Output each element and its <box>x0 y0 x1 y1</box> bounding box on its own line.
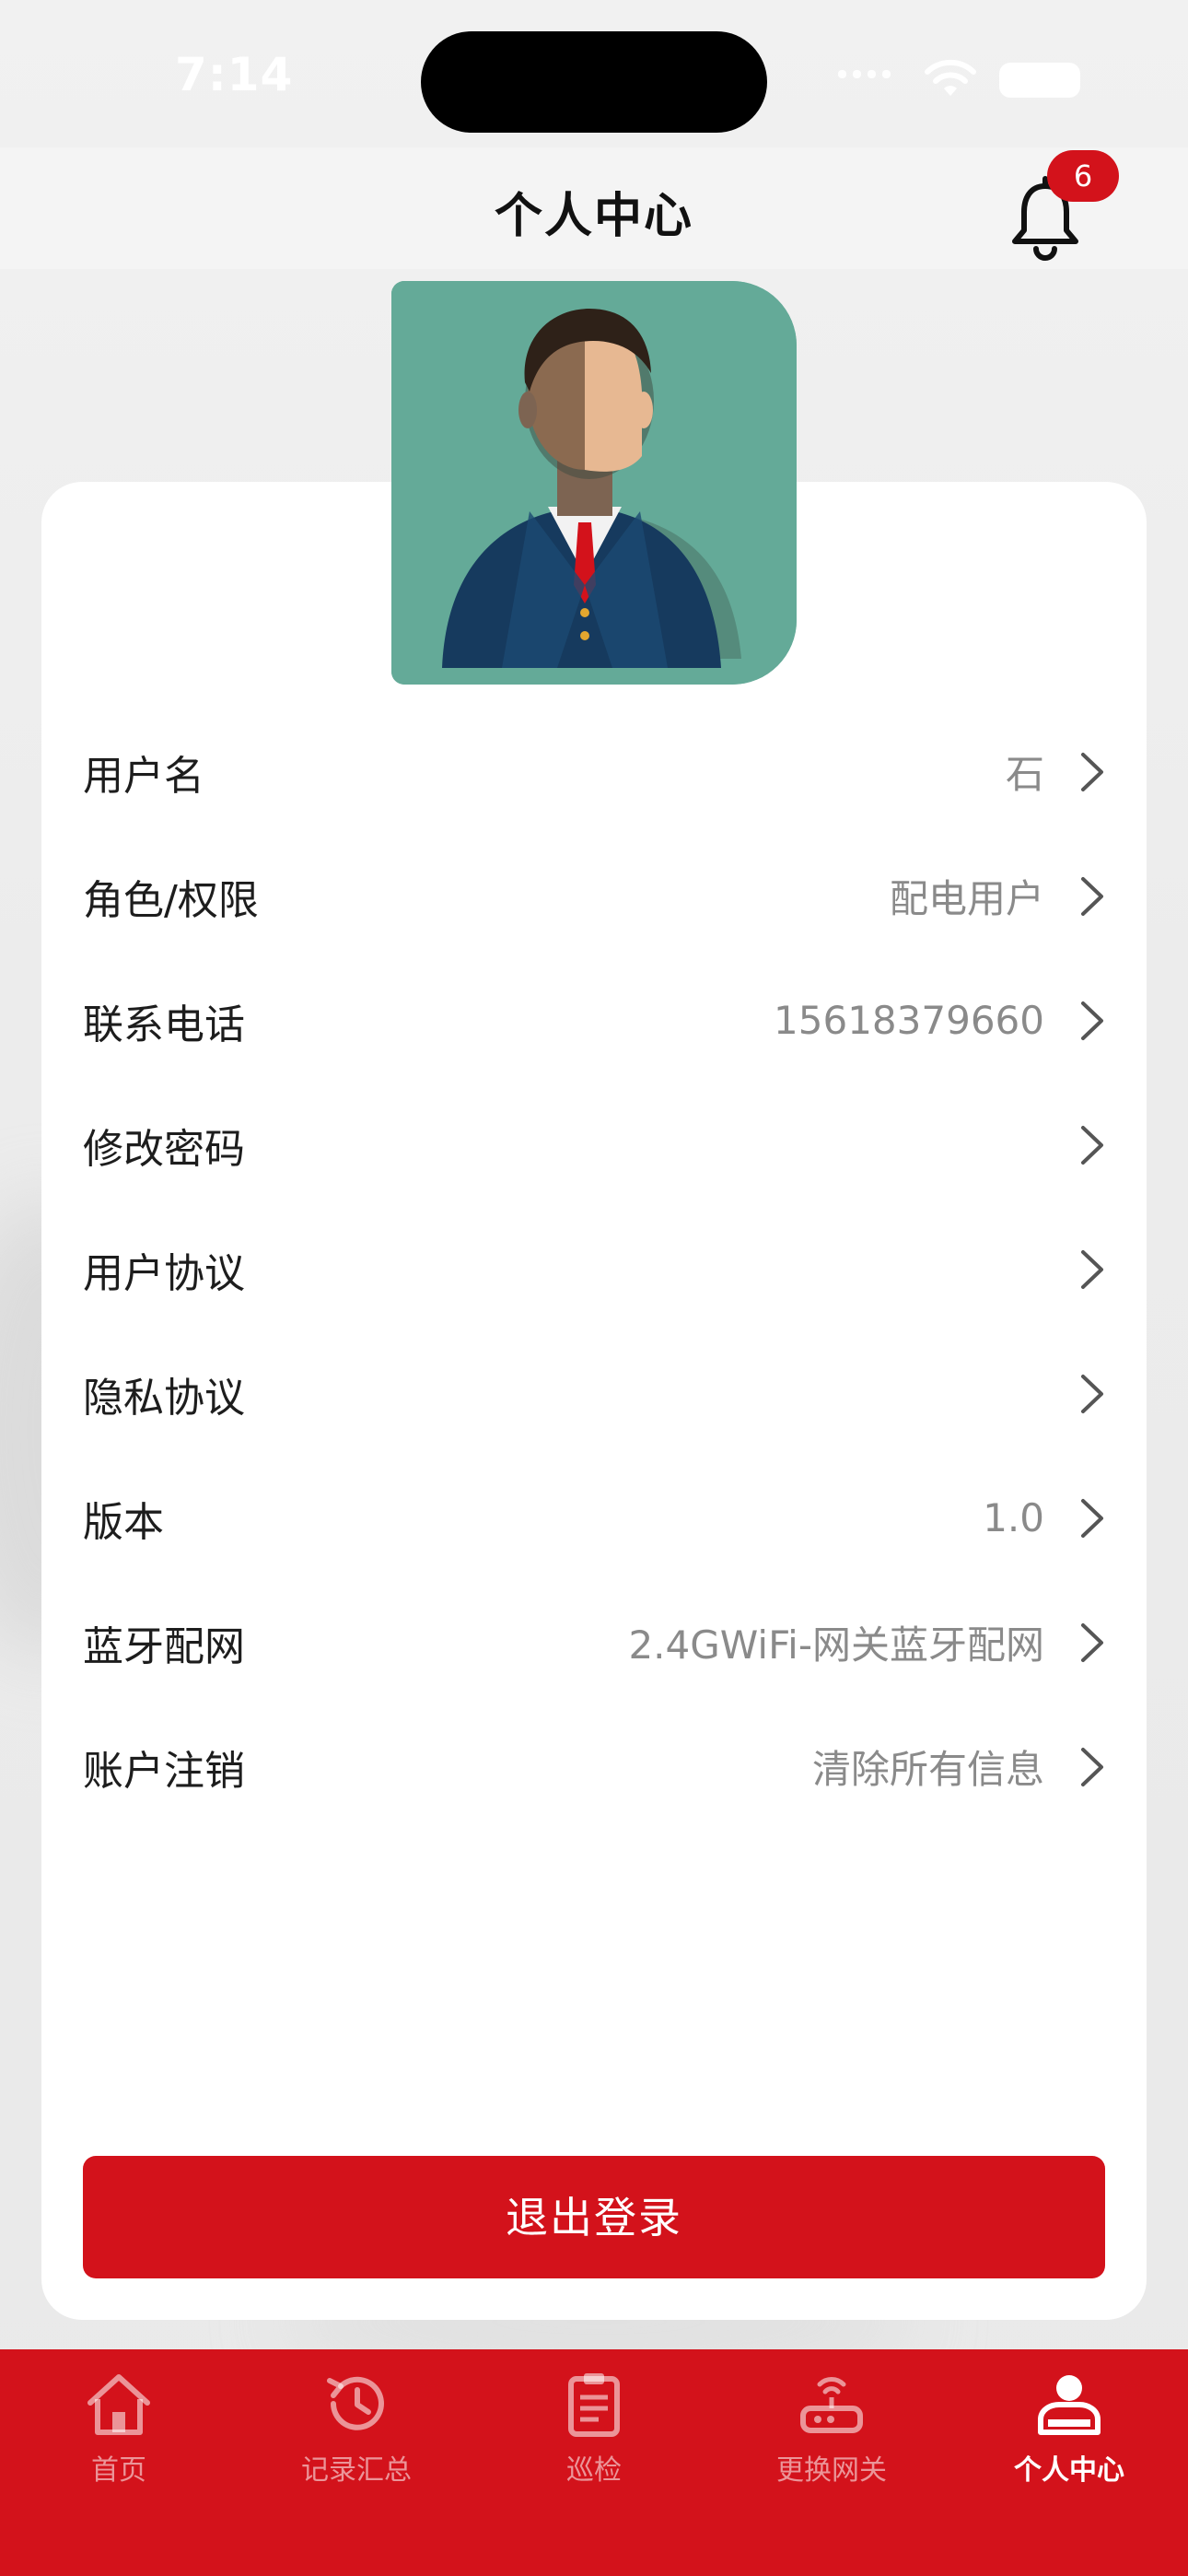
tab-home[interactable]: 首页 <box>0 2368 238 2515</box>
chevron-right-icon <box>1081 876 1103 916</box>
tab-profile[interactable]: 个人中心 <box>950 2368 1188 2515</box>
tab-records[interactable]: 记录汇总 <box>238 2368 475 2515</box>
tab-label: 个人中心 <box>1014 2454 1124 2487</box>
row-value: 配电用户 <box>889 876 1044 921</box>
tab-label: 首页 <box>91 2454 146 2487</box>
chevron-right-icon <box>1081 1125 1103 1165</box>
tab-label: 巡检 <box>566 2454 622 2487</box>
row-value: 15618379660 <box>774 998 1044 1043</box>
user-icon <box>1038 2375 1101 2435</box>
tab-inspection[interactable]: 巡检 <box>475 2368 713 2515</box>
notification-badge: 6 <box>1047 150 1119 202</box>
chevron-right-icon <box>1081 1747 1103 1786</box>
row-bluetooth-provisioning[interactable]: 蓝牙配网 2.4GWiFi-网关蓝牙配网 <box>83 1580 1105 1704</box>
tab-bar: 首页 记录汇总 巡检 更换网关 个人中心 <box>0 2349 1188 2576</box>
row-privacy-policy[interactable]: 隐私协议 <box>83 1331 1105 1456</box>
nav-header: 个人中心 <box>0 147 1188 269</box>
status-bar: 7:14 <box>0 0 1188 147</box>
clipboard-icon <box>568 2373 620 2437</box>
cellular-signal-icon <box>838 70 891 78</box>
row-label: 用户协议 <box>83 1249 245 1297</box>
row-value: 清除所有信息 <box>811 1747 1044 1792</box>
row-label: 角色/权限 <box>83 876 259 924</box>
home-icon <box>87 2374 150 2435</box>
row-label: 隐私协议 <box>83 1374 245 1422</box>
battery-icon <box>999 63 1080 98</box>
chevron-right-icon <box>1081 1498 1103 1538</box>
chevron-right-icon <box>1081 1249 1103 1289</box>
tab-label: 更换网关 <box>776 2454 887 2487</box>
row-role[interactable]: 角色/权限 配电用户 <box>83 834 1105 958</box>
row-label: 用户名 <box>83 752 204 800</box>
row-phone[interactable]: 联系电话 15618379660 <box>83 958 1105 1083</box>
row-value: 石 <box>1005 752 1044 797</box>
row-label: 修改密码 <box>83 1125 245 1173</box>
chevron-right-icon <box>1081 752 1103 791</box>
row-change-password[interactable]: 修改密码 <box>83 1083 1105 1207</box>
router-icon <box>800 2377 863 2433</box>
row-value: 1.0 <box>983 1495 1044 1540</box>
status-time: 7:14 <box>175 48 294 101</box>
tab-label: 记录汇总 <box>301 2454 412 2487</box>
row-value: 2.4GWiFi-网关蓝牙配网 <box>628 1622 1044 1668</box>
chevron-right-icon <box>1081 1622 1103 1662</box>
chevron-right-icon <box>1081 1374 1103 1413</box>
row-label: 蓝牙配网 <box>83 1622 245 1670</box>
wifi-icon <box>925 59 976 96</box>
history-icon <box>327 2376 384 2430</box>
row-label: 联系电话 <box>83 1001 245 1048</box>
row-username[interactable]: 用户名 石 <box>83 709 1105 834</box>
dynamic-island <box>421 31 767 133</box>
row-label: 账户注销 <box>83 1747 245 1795</box>
chevron-right-icon <box>1081 1001 1103 1040</box>
user-avatar-illustration <box>391 281 797 685</box>
row-account-deletion[interactable]: 账户注销 清除所有信息 <box>83 1704 1105 1829</box>
tab-change-gateway[interactable]: 更换网关 <box>713 2368 950 2515</box>
logout-button[interactable]: 退出登录 <box>83 2156 1105 2278</box>
avatar[interactable] <box>391 281 797 685</box>
row-version[interactable]: 版本 1.0 <box>83 1456 1105 1580</box>
row-user-agreement[interactable]: 用户协议 <box>83 1207 1105 1331</box>
row-label: 版本 <box>83 1498 164 1546</box>
